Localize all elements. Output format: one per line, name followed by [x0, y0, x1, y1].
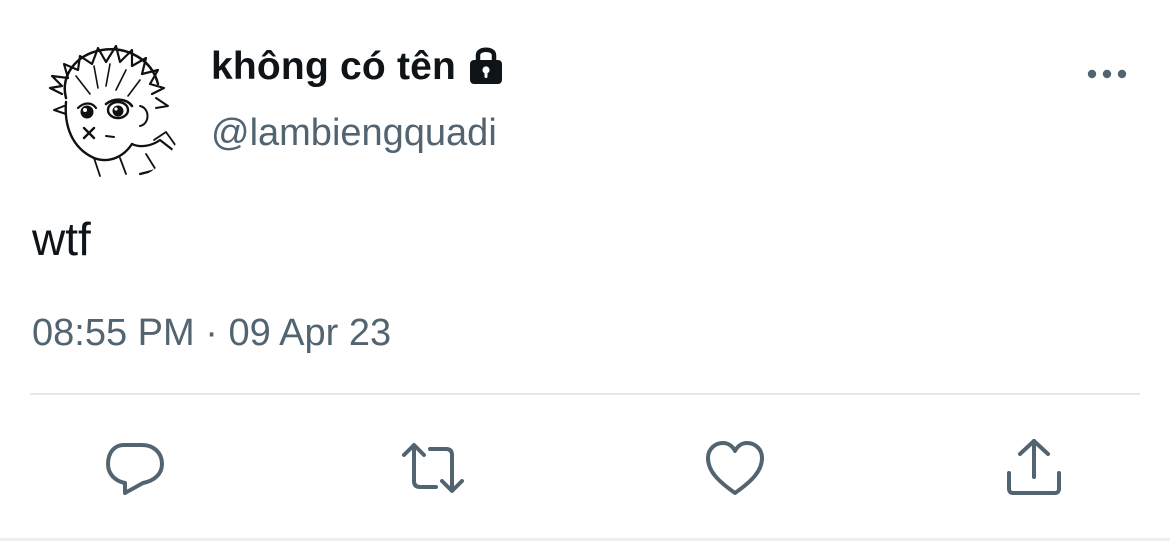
- author-handle[interactable]: @lambiengquadi: [211, 108, 497, 158]
- bottom-divider: [0, 538, 1170, 541]
- timestamp-separator: ·: [205, 312, 218, 354]
- retweet-icon: [402, 443, 464, 493]
- share-upload-icon: [1007, 439, 1061, 495]
- sketch-avatar-icon: [48, 44, 180, 177]
- lock-icon: [470, 47, 503, 84]
- display-name[interactable]: không có tên: [211, 40, 456, 94]
- tweet-card: không có tên @lambiengquadi wtf 08:55 PM…: [0, 0, 1170, 558]
- retweet-button[interactable]: [401, 436, 465, 500]
- actions-divider: [30, 393, 1140, 395]
- timestamp-separator-space-left: [195, 308, 206, 358]
- reply-button[interactable]: [102, 436, 166, 500]
- heart-icon: [706, 441, 764, 495]
- more-horizontal-icon: [1087, 69, 1127, 79]
- tweet-timestamp[interactable]: 08:55 PM · 09 Apr 23: [32, 308, 391, 358]
- tweet-text: wtf: [32, 213, 91, 265]
- share-button[interactable]: [1002, 436, 1066, 500]
- tweet-time: 08:55 PM: [32, 312, 195, 354]
- more-options-button[interactable]: [1082, 56, 1132, 92]
- author-name-row: không có tên: [211, 40, 506, 94]
- reply-bubble-icon: [106, 443, 164, 495]
- avatar[interactable]: [36, 36, 184, 184]
- like-button[interactable]: [703, 436, 767, 500]
- tweet-date: 09 Apr 23: [228, 312, 392, 354]
- timestamp-separator-space-right: [218, 308, 229, 358]
